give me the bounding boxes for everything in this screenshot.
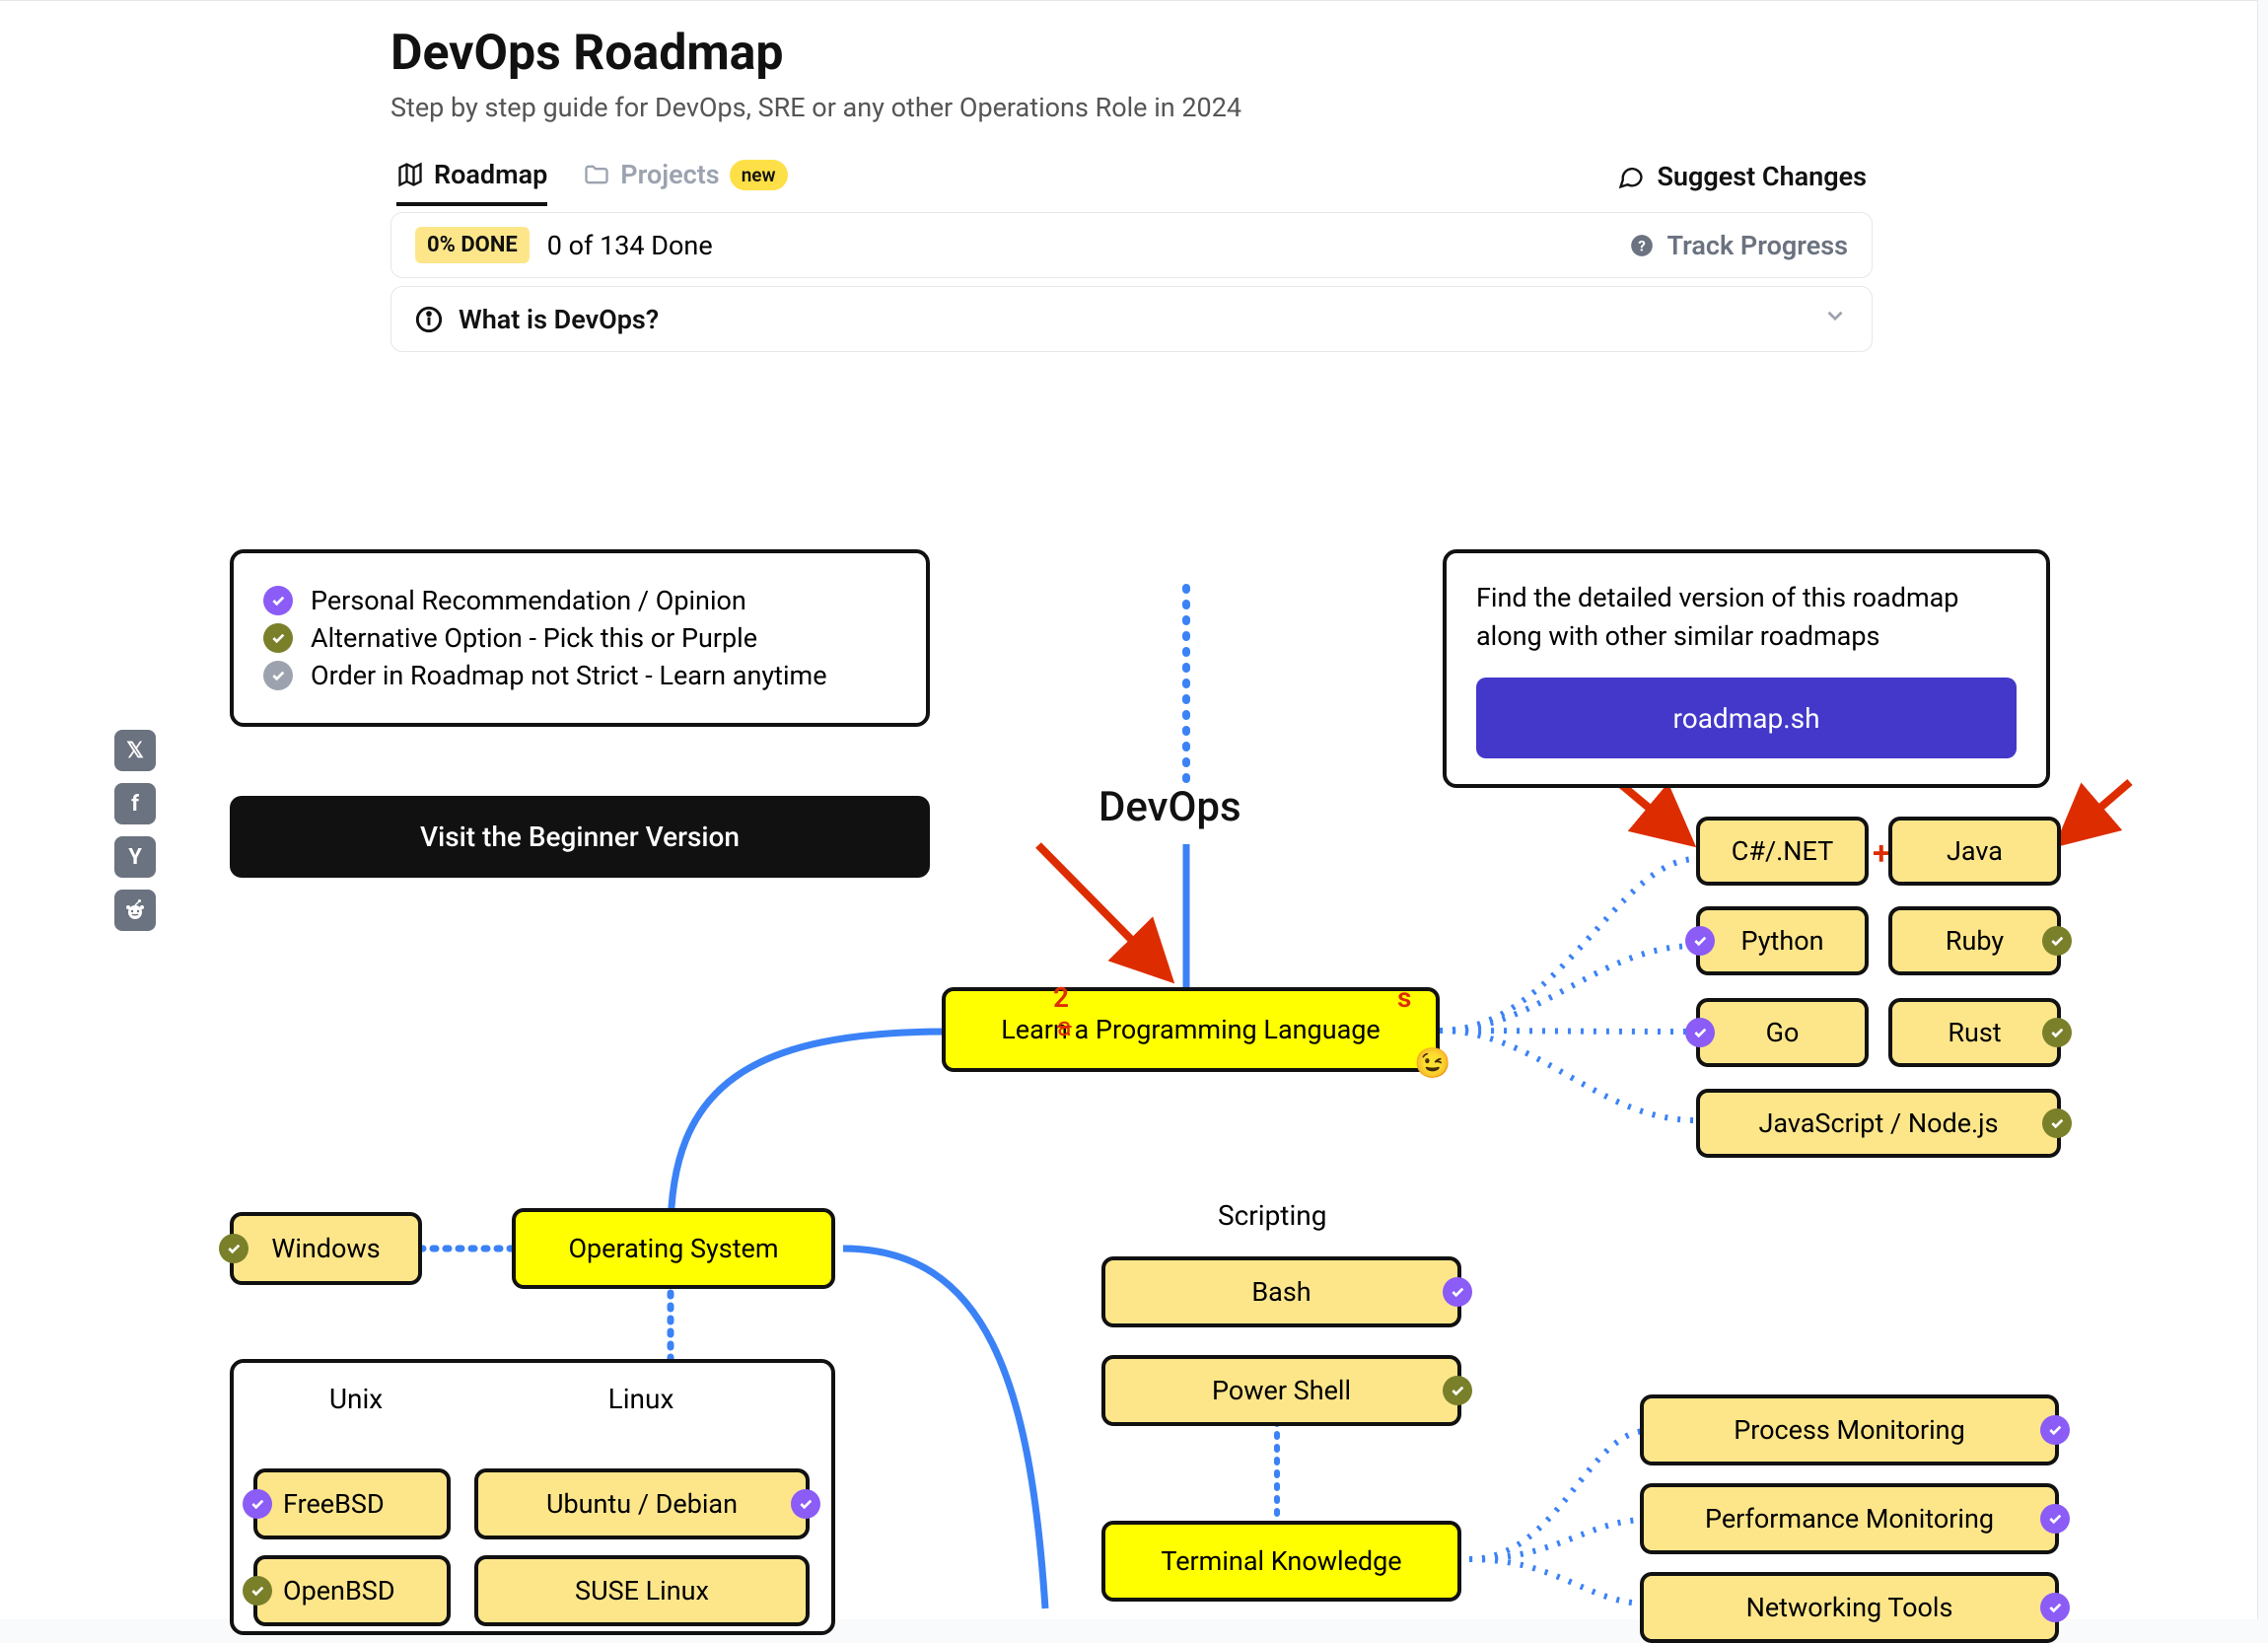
annotation-s: s	[1397, 981, 1411, 1014]
node-label: Rust	[1948, 1017, 2001, 1048]
chevron-down-icon	[1822, 303, 1848, 335]
legend-text: Personal Recommendation / Opinion	[311, 585, 746, 616]
question-text: What is DevOps?	[459, 304, 659, 335]
node-ubuntu[interactable]: Ubuntu / Debian	[474, 1468, 810, 1539]
linux-label: Linux	[474, 1383, 808, 1415]
node-networking-tools[interactable]: Networking Tools	[1640, 1572, 2059, 1643]
check-icon	[263, 661, 293, 690]
node-windows[interactable]: Windows	[230, 1212, 422, 1285]
node-label: Go	[1766, 1017, 1800, 1048]
track-label: Track Progress	[1666, 230, 1848, 261]
check-icon	[791, 1489, 820, 1519]
node-label: Process Monitoring	[1734, 1414, 1965, 1446]
node-terminal-knowledge[interactable]: Terminal Knowledge	[1101, 1521, 1461, 1602]
check-icon	[2040, 1415, 2070, 1445]
node-process-monitoring[interactable]: Process Monitoring	[1640, 1394, 2059, 1465]
node-java[interactable]: Java	[1888, 817, 2061, 886]
annotation-plus: +	[1873, 834, 1890, 872]
node-label: Networking Tools	[1746, 1592, 1953, 1623]
devops-heading: DevOps	[1099, 783, 1241, 831]
annotation-two: 2	[1053, 981, 1069, 1014]
map-icon	[396, 161, 424, 188]
node-label: Power Shell	[1212, 1375, 1351, 1406]
node-label: Java	[1947, 835, 2003, 867]
node-ruby[interactable]: Ruby	[1888, 906, 2061, 975]
roadmap-sh-button[interactable]: roadmap.sh	[1476, 678, 2017, 758]
tab-projects[interactable]: Projects new	[583, 159, 787, 206]
promo-box: Find the detailed version of this roadma…	[1443, 549, 2050, 788]
track-progress-button[interactable]: ? Track Progress	[1629, 230, 1848, 261]
progress-bar: 0% DONE 0 of 134 Done ? Track Progress	[390, 212, 1873, 278]
check-icon	[1685, 926, 1715, 956]
check-icon	[263, 623, 293, 653]
legend-text: Alternative Option - Pick this or Purple	[311, 622, 757, 654]
node-bash[interactable]: Bash	[1101, 1256, 1461, 1327]
promo-text: Find the detailed version of this roadma…	[1476, 579, 2017, 656]
check-icon	[1443, 1376, 1472, 1405]
check-icon	[2040, 1504, 2070, 1534]
beginner-version-button[interactable]: Visit the Beginner Version	[230, 796, 930, 878]
check-icon	[2042, 926, 2072, 956]
node-label: SUSE Linux	[575, 1575, 709, 1607]
node-label: C#/.NET	[1732, 835, 1833, 867]
help-icon: ?	[1629, 233, 1655, 258]
check-icon	[243, 1489, 272, 1519]
node-javascript[interactable]: JavaScript / Node.js	[1696, 1089, 2061, 1158]
legend-text: Order in Roadmap not Strict - Learn anyt…	[311, 660, 827, 691]
svg-text:?: ?	[1639, 237, 1647, 254]
check-icon	[1685, 1018, 1715, 1047]
node-suse[interactable]: SUSE Linux	[474, 1555, 810, 1626]
what-is-devops-expander[interactable]: What is DevOps?	[390, 286, 1873, 352]
check-icon	[2042, 1018, 2072, 1047]
node-go[interactable]: Go	[1696, 998, 1869, 1067]
node-python[interactable]: Python	[1696, 906, 1869, 975]
done-chip: 0% DONE	[415, 227, 530, 263]
node-label: OpenBSD	[283, 1575, 395, 1607]
node-operating-system[interactable]: Operating System	[512, 1208, 835, 1289]
progress-count: 0 of 134 Done	[547, 230, 713, 261]
node-label: Performance Monitoring	[1705, 1503, 1994, 1535]
node-label: Bash	[1251, 1276, 1311, 1308]
node-learn-language[interactable]: Learn a Programming Language	[942, 987, 1440, 1072]
node-csharp[interactable]: C#/.NET	[1696, 817, 1869, 886]
tab-roadmap[interactable]: Roadmap	[396, 159, 547, 206]
node-rust[interactable]: Rust	[1888, 998, 2061, 1067]
suggest-changes-button[interactable]: Suggest Changes	[1617, 161, 1867, 204]
node-label: Terminal Knowledge	[1161, 1545, 1401, 1577]
share-reddit-button[interactable]	[114, 890, 156, 931]
node-powershell[interactable]: Power Shell	[1101, 1355, 1461, 1426]
node-label: Operating System	[568, 1233, 778, 1264]
wink-emoji: 😉	[1414, 1046, 1451, 1081]
check-icon	[2042, 1108, 2072, 1138]
node-label: Windows	[271, 1233, 380, 1264]
node-label: JavaScript / Node.js	[1758, 1107, 1998, 1139]
check-icon	[1443, 1277, 1472, 1307]
unix-label: Unix	[257, 1383, 455, 1415]
node-label: Ubuntu / Debian	[546, 1488, 738, 1520]
suggest-label: Suggest Changes	[1657, 161, 1867, 192]
node-label: Python	[1740, 925, 1823, 957]
tab-label: Roadmap	[434, 159, 547, 190]
page-title: DevOps Roadmap	[390, 25, 1873, 82]
check-icon	[2040, 1593, 2070, 1622]
check-icon	[243, 1576, 272, 1606]
node-label: FreeBSD	[283, 1488, 385, 1520]
share-hackernews-button[interactable]: Y	[114, 836, 156, 878]
page-subtitle: Step by step guide for DevOps, SRE or an…	[390, 92, 1873, 123]
node-label: Ruby	[1946, 925, 2004, 957]
share-facebook-button[interactable]: f	[114, 783, 156, 824]
check-icon	[219, 1234, 248, 1263]
info-icon	[415, 306, 443, 333]
check-icon	[263, 586, 293, 615]
node-performance-monitoring[interactable]: Performance Monitoring	[1640, 1483, 2059, 1554]
scripting-label: Scripting	[1218, 1199, 1326, 1232]
folder-icon	[583, 161, 610, 188]
legend-box: Personal Recommendation / Opinion Altern…	[230, 549, 930, 727]
node-openbsd[interactable]: OpenBSD	[253, 1555, 451, 1626]
comment-icon	[1617, 163, 1645, 190]
tab-label: Projects	[620, 159, 719, 190]
new-badge: new	[730, 160, 788, 190]
share-x-button[interactable]: 𝕏	[114, 730, 156, 771]
node-freebsd[interactable]: FreeBSD	[253, 1468, 451, 1539]
